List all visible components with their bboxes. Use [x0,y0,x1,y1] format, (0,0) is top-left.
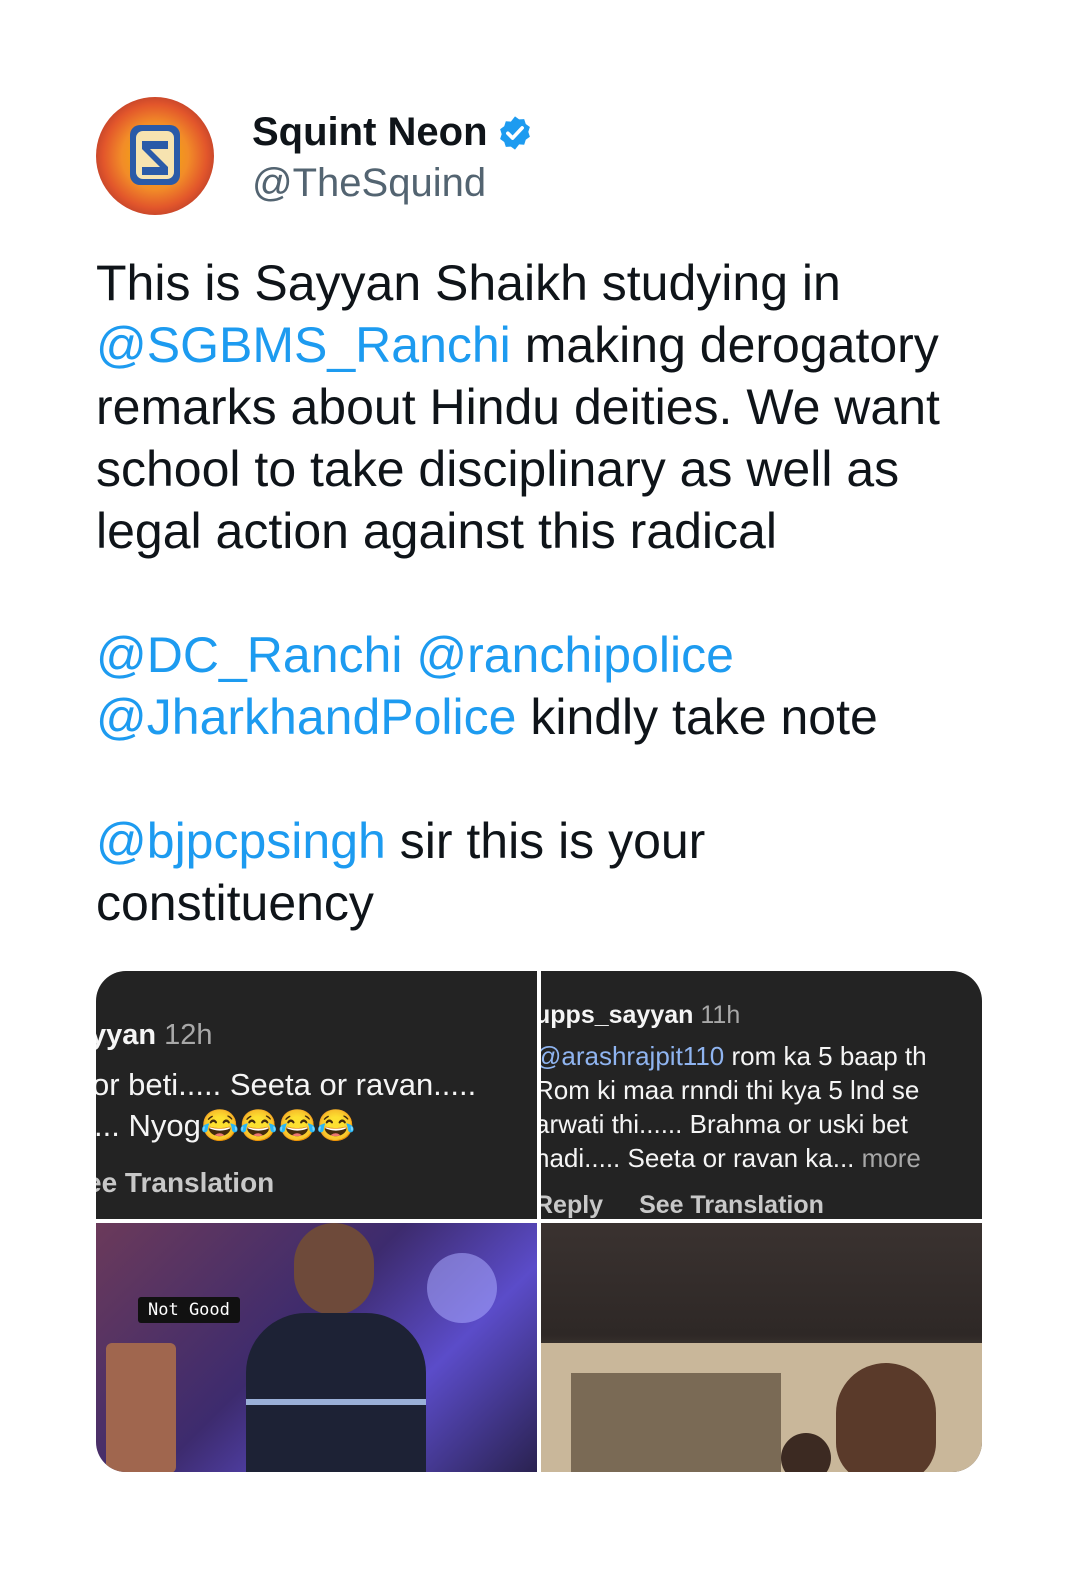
tweet-paragraph-1: This is Sayyan Shaikh studying in @SGBMS… [96,252,986,562]
comment-text-line: ... Nyog😂😂😂😂 [96,1108,356,1143]
media-image-1[interactable]: yyan 12h or beti..... Seeta or ravan....… [96,971,537,1219]
comment-text: rom ka 5 baap th [724,1041,927,1071]
display-name[interactable]: Squint Neon [252,110,488,155]
tweet-text-segment [402,627,416,683]
tweet-text-segment: kindly take note [516,689,878,745]
tweet-paragraph-3: @bjpcpsingh sir this is your constituenc… [96,810,986,934]
mention-link[interactable]: @JharkhandPolice [96,689,516,745]
display-name-row: Squint Neon [252,107,534,159]
mention-link[interactable]: @DC_Ranchi [96,627,402,683]
avatar[interactable] [96,97,214,215]
media-image-2[interactable]: upps_sayyan 11h @arashrajpit110 rom ka 5… [541,971,982,1219]
mention-link[interactable]: @SGBMS_Ranchi [96,317,511,373]
comment-text: hadi..... Seeta or ravan ka... [541,1143,855,1173]
squint-neon-logo-icon [130,125,180,185]
comment-text-line: hadi..... Seeta or ravan ka... more [541,1143,921,1174]
see-translation-label: ee Translation [96,1167,275,1198]
see-translation-label: See Translation [639,1191,824,1219]
account-handle[interactable]: @TheSquind [252,161,534,206]
photo-person-body [246,1313,426,1472]
comment-actions: Reply See Translation [541,1191,824,1219]
tweet-text-segment: This is Sayyan Shaikh studying in [96,255,841,311]
media-image-3[interactable]: Not Good [96,1223,537,1472]
comment-time: 11h [700,1001,741,1029]
comment-text-line: arwati thi...... Brahma or uski bet [541,1109,908,1139]
account-names: Squint Neon @TheSquind [252,107,534,206]
photo-shirt-stripe [246,1399,426,1405]
not-good-sticker: Not Good [138,1297,240,1323]
comment-text-line: Rom ki maa rnndi thi kya 5 lnd se [541,1075,920,1105]
photo-person-face [836,1363,936,1472]
tweet-text: This is Sayyan Shaikh studying in @SGBMS… [96,252,986,934]
reply-label: Reply [541,1191,604,1219]
comment-username: upps_sayyan [541,1001,694,1029]
media-image-4[interactable] [541,1223,982,1472]
comment-username: yyan [96,1019,157,1051]
tweet-paragraph-2: @DC_Ranchi @ranchipolice @JharkhandPolice… [96,624,986,748]
photo-light [427,1253,497,1323]
comment-more: more [854,1143,921,1173]
comment-time: 12h [164,1019,213,1051]
tweet-header: Squint Neon @TheSquind [96,96,982,216]
mention-link[interactable]: @ranchipolice [416,627,734,683]
comment-mention: @arashrajpit110 [541,1041,725,1071]
photo-bus-window [571,1373,781,1472]
media-grid: yyan 12h or beti..... Seeta or ravan....… [96,971,982,1472]
comment-user-line: upps_sayyan 11h [541,1001,740,1030]
photo-chair [106,1343,176,1472]
comment-text-line: @arashrajpit110 rom ka 5 baap th [541,1041,927,1072]
tweet: Squint Neon @TheSquind This is Sayyan Sh… [96,96,982,1472]
photo-person-head [294,1223,374,1315]
comment-user-line: yyan 12h [96,1019,213,1052]
mention-link[interactable]: @bjpcpsingh [96,813,386,869]
verified-badge-icon [499,115,530,150]
comment-text-line: or beti..... Seeta or ravan..... [96,1067,477,1102]
